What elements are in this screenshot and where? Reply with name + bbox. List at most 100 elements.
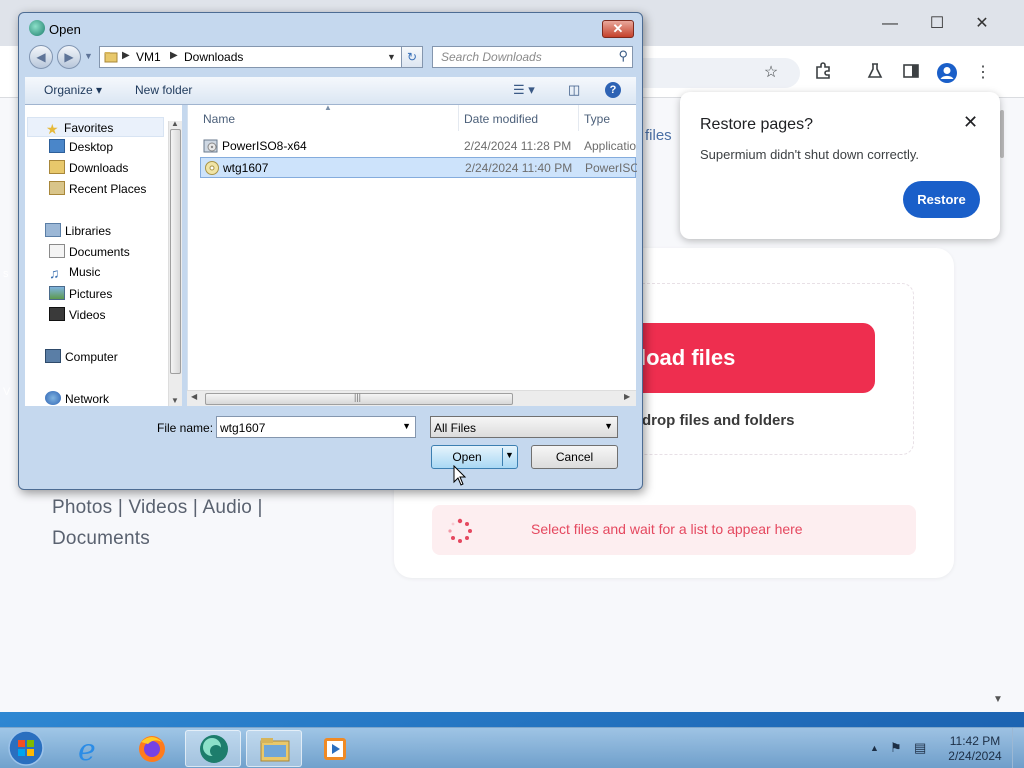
maximize-button[interactable]: ☐ xyxy=(927,14,947,34)
close-icon[interactable]: ✕ xyxy=(963,112,978,133)
iso-disc-icon xyxy=(205,161,219,175)
hscroll-thumb[interactable]: ||| xyxy=(205,392,513,405)
link-audio[interactable]: Audio xyxy=(202,497,252,518)
taskbar-media-player[interactable] xyxy=(308,730,364,767)
search-icon: ⚲ xyxy=(618,48,628,63)
file-row[interactable]: PowerISO8-x64 2/24/2024 11:28 PM Applica… xyxy=(200,136,636,157)
back-button[interactable]: ◀ xyxy=(29,45,53,69)
desktop-icon xyxy=(49,139,65,153)
organize-button[interactable]: Organize ▾ xyxy=(44,83,102,97)
nav-documents[interactable]: Documents xyxy=(49,244,130,259)
menu-kebab-icon[interactable]: ⋮ xyxy=(972,62,994,84)
mouse-pointer-icon xyxy=(453,465,467,486)
start-button[interactable] xyxy=(6,729,46,767)
media-links: Photos | Videos | Audio | Documents xyxy=(52,497,263,549)
supermium-logo-icon xyxy=(29,20,45,36)
side-panel-icon[interactable] xyxy=(900,62,922,84)
music-icon: ♫ xyxy=(49,265,60,281)
dialog-close-button[interactable]: ✕ xyxy=(602,20,634,38)
taskbar-firefox[interactable] xyxy=(124,730,180,767)
svg-text:e: e xyxy=(78,733,96,767)
cancel-button[interactable]: Cancel xyxy=(531,445,618,469)
profile-avatar-icon[interactable] xyxy=(936,62,958,84)
nav-desktop[interactable]: Desktop xyxy=(49,139,113,154)
breadcrumb-vm1[interactable]: VM1 xyxy=(136,50,161,64)
sort-up-icon: ▲ xyxy=(324,103,332,112)
nav-pictures[interactable]: Pictures xyxy=(49,286,112,301)
downloads-folder-icon xyxy=(49,160,65,174)
computer-icon xyxy=(45,349,61,363)
page-scrollbar-thumb[interactable] xyxy=(1000,110,1004,158)
chevron-down-icon: ▼ xyxy=(604,421,613,431)
nav-computer[interactable]: Computer xyxy=(45,349,118,364)
documents-icon xyxy=(49,244,65,258)
nav-network[interactable]: Network xyxy=(45,391,109,406)
column-date-modified[interactable]: Date modified xyxy=(464,112,538,126)
restore-message: Supermium didn't shut down correctly. xyxy=(700,147,920,162)
clock[interactable]: 11:42 PM 2/24/2024 xyxy=(944,734,1006,764)
forward-button[interactable]: ▶ xyxy=(57,45,81,69)
close-window-button[interactable]: ✕ xyxy=(972,14,992,34)
minimize-button[interactable]: — xyxy=(880,14,900,34)
nav-favorites[interactable]: ★ Favorites xyxy=(27,117,164,137)
scroll-up-arrow-icon[interactable]: ▲ xyxy=(171,119,179,128)
open-button[interactable]: Open ▼ xyxy=(431,445,518,469)
file-date: 2/24/2024 11:40 PM xyxy=(465,161,573,175)
star-icon: ★ xyxy=(46,121,59,137)
file-name-input[interactable]: wtg1607 ▼ xyxy=(216,416,416,438)
chevron-down-icon[interactable]: ▼ xyxy=(387,52,396,62)
file-row-selected[interactable]: wtg1607 2/24/2024 11:40 PM PowerISO xyxy=(200,157,637,178)
show-desktop-button[interactable] xyxy=(1012,728,1024,768)
column-name[interactable]: Name xyxy=(203,112,235,126)
show-hidden-icons-icon[interactable]: ▲ xyxy=(870,743,879,753)
bookmark-star-icon[interactable]: ☆ xyxy=(760,62,782,84)
taskbar-internet-explorer[interactable]: e xyxy=(62,730,118,768)
scroll-down-arrow-icon[interactable]: ▼ xyxy=(993,694,1003,705)
taskbar-supermium[interactable] xyxy=(185,730,241,767)
nav-downloads[interactable]: Downloads xyxy=(49,160,128,175)
refresh-icon[interactable]: ↻ xyxy=(401,46,423,68)
chevron-down-icon[interactable]: ▼ xyxy=(402,421,411,431)
search-placeholder: Search Downloads xyxy=(441,50,542,64)
pictures-icon xyxy=(49,286,65,300)
dialog-title: Open xyxy=(49,22,81,37)
files-nav-fragment[interactable]: files xyxy=(645,127,672,144)
taskbar-explorer[interactable] xyxy=(246,730,302,767)
link-videos[interactable]: Videos xyxy=(128,497,187,518)
nav-pane-scroll-thumb[interactable] xyxy=(170,129,181,374)
scroll-left-arrow-icon[interactable]: ◀ xyxy=(191,392,197,401)
recent-locations-icon[interactable]: ▼ xyxy=(84,51,93,61)
help-icon[interactable]: ? xyxy=(605,82,621,98)
link-photos[interactable]: Photos xyxy=(52,497,112,518)
nav-videos[interactable]: Videos xyxy=(49,307,105,322)
scroll-down-arrow-icon[interactable]: ▼ xyxy=(171,396,179,405)
column-type[interactable]: Type xyxy=(584,112,610,126)
link-documents[interactable]: Documents xyxy=(52,528,150,549)
nav-recent-places[interactable]: Recent Places xyxy=(49,181,146,196)
dialog-titlebar: Open xyxy=(27,17,637,41)
file-type-select[interactable]: All Files ▼ xyxy=(430,416,618,438)
nav-libraries[interactable]: Libraries xyxy=(45,223,111,238)
nav-music[interactable]: ♫ Music xyxy=(49,265,100,281)
extensions-icon[interactable] xyxy=(812,62,834,84)
restore-button[interactable]: Restore xyxy=(903,181,980,218)
file-list-hscrollbar[interactable]: ◀ ||| ▶ xyxy=(187,390,636,406)
address-breadcrumb[interactable]: ▶ VM1 ▶ Downloads ▼ xyxy=(99,46,417,68)
breadcrumb-downloads[interactable]: Downloads xyxy=(184,50,243,64)
restore-pages-popup: Restore pages? ✕ Supermium didn't shut d… xyxy=(680,92,1000,239)
supermium-icon xyxy=(200,735,228,763)
view-options-icon[interactable]: ☰ ▾ xyxy=(513,82,535,98)
new-folder-button[interactable]: New folder xyxy=(135,83,192,97)
scroll-right-arrow-icon[interactable]: ▶ xyxy=(624,392,630,401)
action-center-flag-icon[interactable]: ⚑ xyxy=(890,740,902,756)
internet-explorer-icon: e xyxy=(78,733,96,768)
preview-pane-icon[interactable]: ◫ xyxy=(568,82,580,98)
open-options-dropdown-icon[interactable]: ▼ xyxy=(505,450,514,460)
search-input[interactable]: Search Downloads ⚲ xyxy=(432,46,633,68)
folder-icon xyxy=(260,738,290,762)
loading-spinner-icon xyxy=(448,518,472,543)
nav-pane-scrollbar[interactable]: ▲ ▼ xyxy=(168,119,182,406)
status-text: Select files and wait for a list to appe… xyxy=(531,521,803,537)
network-tray-icon[interactable]: ▤ xyxy=(914,740,926,756)
labs-flask-icon[interactable] xyxy=(864,62,886,84)
